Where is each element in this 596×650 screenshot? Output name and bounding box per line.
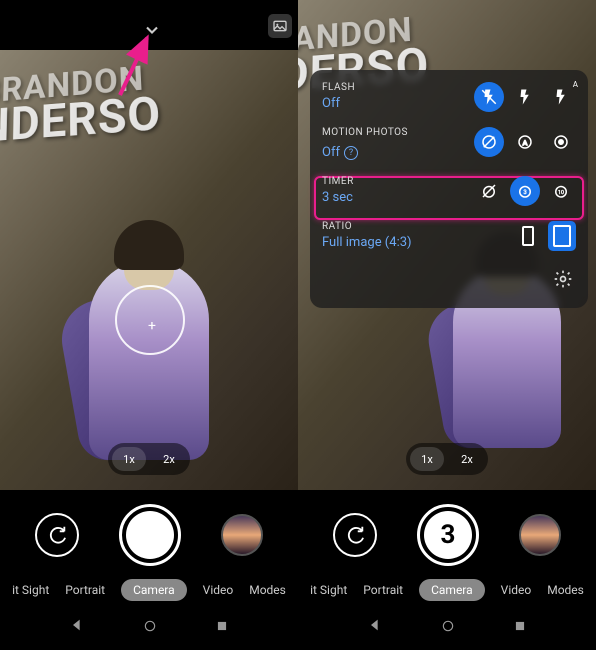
svg-text:10: 10 [558, 190, 564, 196]
help-icon[interactable]: ? [344, 146, 358, 160]
switch-camera-button[interactable] [35, 513, 79, 557]
flash-off-icon[interactable] [474, 82, 504, 112]
book-cover-title: BRANDON NDERSO [0, 50, 298, 191]
last-photo-thumbnail[interactable] [519, 514, 561, 556]
mode-night-sight[interactable]: it Sight [12, 583, 49, 597]
nav-back-icon[interactable] [69, 617, 85, 637]
zoom-2x[interactable]: 2x [450, 447, 484, 471]
motion-on-icon[interactable] [546, 127, 576, 157]
camera-viewfinder[interactable]: BRANDON NDERSO + 1x 2x [0, 50, 298, 490]
zoom-selector: 1x 2x [406, 443, 488, 475]
gear-icon[interactable] [550, 266, 576, 292]
zoom-2x[interactable]: 2x [152, 447, 186, 471]
zoom-selector: 1x 2x [108, 443, 190, 475]
shutter-button[interactable]: 3 [417, 504, 479, 566]
setting-flash-row: FLASH Off A [322, 82, 576, 111]
nav-recent-icon[interactable] [513, 618, 527, 637]
ratio-34-icon[interactable] [514, 221, 542, 251]
camera-controls: 3 [298, 495, 596, 575]
phone-screenshot-left: BRANDON NDERSO + 1x 2x it Sight Portrait… [0, 0, 298, 650]
timer-3s-icon[interactable]: 3 [510, 176, 540, 206]
mode-modes[interactable]: Modes [547, 583, 584, 597]
mode-camera[interactable]: Camera [121, 579, 187, 601]
timer-10s-icon[interactable]: 10 [546, 176, 576, 206]
setting-ratio-row: RATIO Full image (4:3) [322, 221, 576, 250]
motion-auto-icon[interactable]: A [510, 127, 540, 157]
mode-video[interactable]: Video [203, 583, 234, 597]
mode-modes[interactable]: Modes [249, 583, 286, 597]
mode-video[interactable]: Video [501, 583, 532, 597]
nav-home-icon[interactable] [441, 618, 455, 637]
setting-timer-row: TIMER 3 sec 3 10 [322, 176, 576, 205]
camera-controls [0, 495, 298, 575]
timer-off-icon[interactable] [474, 176, 504, 206]
setting-motion-row: MOTION PHOTOS Off? A [322, 127, 576, 160]
mode-portrait[interactable]: Portrait [363, 583, 403, 597]
chevron-down-icon[interactable] [140, 18, 164, 42]
phone-screenshot-right: BRANDON NDERSO FLASH Off A MOTION PH [298, 0, 596, 650]
zoom-1x[interactable]: 1x [112, 447, 146, 471]
shutter-countdown: 3 [424, 511, 472, 559]
nav-home-icon[interactable] [143, 618, 157, 637]
gallery-icon[interactable] [268, 14, 292, 38]
last-photo-thumbnail[interactable] [221, 514, 263, 556]
zoom-1x[interactable]: 1x [410, 447, 444, 471]
android-navbar [0, 612, 298, 642]
nav-back-icon[interactable] [367, 617, 383, 637]
ratio-43-icon[interactable] [548, 221, 576, 251]
svg-text:A: A [523, 139, 528, 147]
android-navbar [298, 612, 596, 642]
mode-night-sight[interactable]: it Sight [310, 583, 347, 597]
camera-settings-panel: FLASH Off A MOTION PHOTOS Off? A [310, 70, 588, 308]
mode-camera[interactable]: Camera [419, 579, 485, 601]
svg-text:3: 3 [523, 189, 526, 196]
nav-recent-icon[interactable] [215, 618, 229, 637]
motion-value: Off? [322, 145, 358, 160]
mode-portrait[interactable]: Portrait [65, 583, 105, 597]
switch-camera-button[interactable] [333, 513, 377, 557]
motion-off-icon[interactable] [474, 127, 504, 157]
shutter-button[interactable] [119, 504, 181, 566]
mode-selector[interactable]: it Sight Portrait Camera Video Modes [298, 575, 596, 605]
focus-crosshair: + [148, 318, 156, 334]
camera-viewfinder[interactable]: BRANDON NDERSO FLASH Off A MOTION PH [298, 0, 596, 490]
flash-auto-icon[interactable]: A [510, 82, 540, 112]
top-bar [0, 0, 298, 50]
mode-selector[interactable]: it Sight Portrait Camera Video Modes [0, 575, 298, 605]
flash-on-icon[interactable] [546, 82, 576, 112]
